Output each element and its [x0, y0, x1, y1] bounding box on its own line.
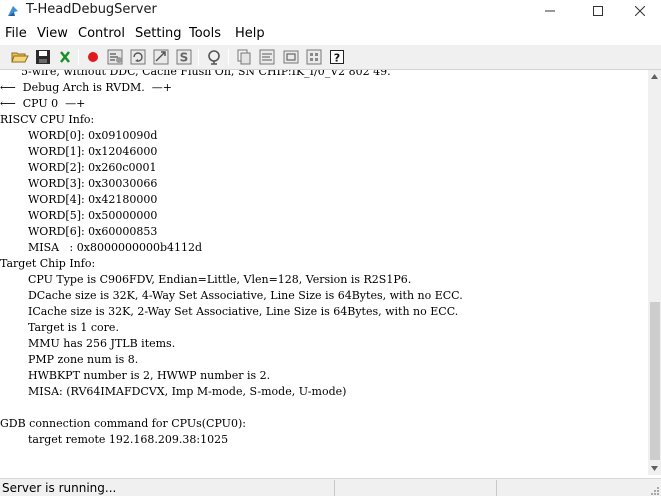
window-title: T-HeadDebugServer	[26, 2, 157, 17]
menu-control[interactable]: Control	[78, 26, 125, 41]
console-line: CPU Type is C906FDV, Endian=Little, Vlen…	[0, 273, 412, 286]
scrollbar-thumb[interactable]	[650, 302, 660, 460]
console-line: DCache size is 32K, 4-Way Set Associativ…	[0, 289, 463, 302]
console-line: Target is 1 core.	[0, 321, 119, 334]
copy-icon[interactable]	[235, 48, 253, 66]
console-line: RISCV CPU Info:	[0, 113, 95, 126]
open-icon[interactable]	[11, 48, 29, 66]
close-button[interactable]	[619, 0, 661, 22]
menu-help[interactable]: Help	[235, 26, 265, 41]
console-line: WORD[4]: 0x42180000	[0, 193, 158, 206]
title-bar[interactable]: T-HeadDebugServer	[0, 0, 661, 22]
help-icon[interactable]: ?	[328, 48, 346, 66]
toolbar-separator	[228, 49, 229, 66]
menu-tools[interactable]: Tools	[189, 26, 221, 41]
maximize-icon	[593, 6, 603, 16]
scroll-down-icon[interactable]	[648, 462, 661, 475]
status-divider	[334, 480, 335, 496]
console-line: WORD[5]: 0x50000000	[0, 209, 158, 222]
console-line: PMP zone num is 8.	[0, 353, 139, 366]
console-line: ⟵ CPU 0 —+	[0, 97, 86, 110]
console-line: 5-wire, without DDC, Cache Flush On, SN …	[0, 70, 391, 78]
toolbar: S ?	[0, 45, 661, 70]
cancel-icon[interactable]	[56, 48, 74, 66]
console-bottom-area	[0, 458, 648, 475]
target-icon[interactable]	[205, 48, 223, 66]
console-line: WORD[3]: 0x30030066	[0, 177, 158, 190]
app-icon	[6, 4, 20, 18]
console-line: WORD[6]: 0x60000853	[0, 225, 158, 238]
menu-bar: File View Control Setting Tools Help	[0, 24, 661, 44]
download-icon[interactable]: S	[175, 48, 193, 66]
console-line: WORD[0]: 0x0910090d	[0, 129, 158, 142]
console-line: ICache size is 32K, 2-Way Set Associativ…	[0, 305, 459, 318]
minimize-button[interactable]	[529, 0, 571, 22]
svg-text:?: ?	[334, 52, 340, 65]
toolbar-separator	[78, 49, 79, 66]
close-icon	[635, 6, 645, 16]
menu-view[interactable]: View	[37, 26, 68, 41]
menu-setting[interactable]: Setting	[135, 26, 182, 41]
dump-icon[interactable]	[152, 48, 170, 66]
console-line: ⟵ Debug Arch is RVDM. —+	[0, 81, 172, 94]
console-line: target remote 192.168.209.38:1025	[0, 433, 229, 446]
minimize-icon	[545, 6, 555, 16]
log-icon[interactable]	[258, 48, 276, 66]
console-line: MISA: (RV64IMAFDCVX, Imp M-mode, S-mode,…	[0, 385, 347, 398]
console-line: GDB connection command for CPUs(CPU0):	[0, 417, 246, 430]
maximize-button[interactable]	[577, 0, 619, 22]
svg-text:S: S	[180, 51, 189, 65]
console-line: WORD[2]: 0x260c0001	[0, 161, 157, 174]
status-bar: Server is running...	[0, 478, 661, 496]
record-icon[interactable]	[84, 48, 102, 66]
refresh-icon[interactable]	[129, 48, 147, 66]
save-icon[interactable]	[34, 48, 52, 66]
toolbar-separator	[198, 49, 199, 66]
console-line: MISA : 0x8000000000b4112d	[0, 241, 203, 254]
status-text: Server is running...	[2, 481, 117, 495]
reset-icon[interactable]	[106, 48, 124, 66]
resize-grip-icon[interactable]	[649, 484, 659, 495]
scroll-up-icon[interactable]	[648, 70, 661, 83]
console-line: MMU has 256 JTLB items.	[0, 337, 176, 350]
console-line: HWBKPT number is 2, HWWP number is 2.	[0, 369, 271, 382]
vertical-scrollbar[interactable]	[648, 70, 661, 475]
terminal-icon[interactable]	[282, 48, 300, 66]
console-line: Target Chip Info:	[0, 257, 96, 270]
menu-file[interactable]: File	[5, 26, 27, 41]
config-icon[interactable]	[305, 48, 323, 66]
status-divider	[496, 480, 497, 496]
console-output[interactable]: 5-wire, without DDC, Cache Flush On, SN …	[0, 70, 648, 458]
console-line: WORD[1]: 0x12046000	[0, 145, 158, 158]
